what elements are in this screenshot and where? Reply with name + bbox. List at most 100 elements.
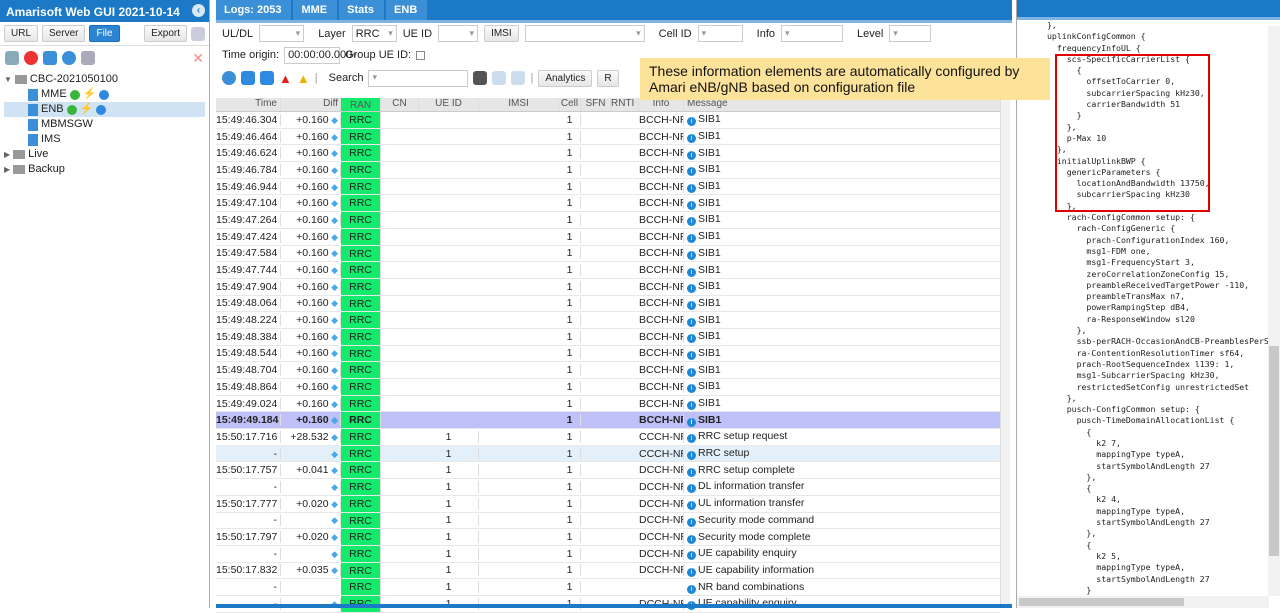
tree-item[interactable]: ▼ CBC-2021050100 xyxy=(4,72,205,87)
next-icon[interactable] xyxy=(511,71,526,85)
info-icon[interactable]: i xyxy=(687,551,696,561)
info-icon[interactable]: i xyxy=(687,367,696,377)
table-row[interactable]: 15:49:46.944 +0.160 ◆ RRC 1 BCCH-NR i SIB1 xyxy=(216,178,1000,196)
info-icon[interactable]: i xyxy=(687,484,696,494)
info-icon[interactable]: i xyxy=(687,451,696,461)
group-ueid-checkbox[interactable] xyxy=(416,50,426,60)
play-icon[interactable] xyxy=(96,104,107,115)
arrow-right-icon[interactable] xyxy=(260,71,274,85)
info-icon[interactable]: i xyxy=(687,317,696,327)
tab-mme[interactable]: MME xyxy=(293,0,338,20)
wrench-icon[interactable] xyxy=(5,51,19,65)
column-header[interactable]: SFN xyxy=(581,98,611,111)
column-header[interactable]: Time xyxy=(216,98,281,111)
warning-icon[interactable]: ▲ xyxy=(297,71,310,86)
table-row[interactable]: 15:49:47.904 +0.160 ◆ RRC 1 BCCH-NR i SIB1 xyxy=(216,278,1000,296)
table-row[interactable]: 15:49:48.544 +0.160 ◆ RRC 1 BCCH-NR i SIB1 xyxy=(216,345,1000,363)
table-row[interactable]: 15:49:48.384 +0.160 ◆ RRC 1 BCCH-NR i SIB1 xyxy=(216,328,1000,346)
table-row[interactable]: 15:49:46.304 +0.160 ◆ RRC 1 BCCH-NR i SIB1 xyxy=(216,112,1000,129)
info-icon[interactable]: i xyxy=(687,234,696,244)
imsi-button[interactable]: IMSI xyxy=(484,25,519,42)
table-row[interactable]: 15:50:17.716 +28.532 ◆ RRC 1 1 CCCH-NR i RRC se… xyxy=(216,429,1000,446)
table-row[interactable]: 15:49:48.864 +0.160 ◆ RRC 1 BCCH-NR i SIB1 xyxy=(216,379,1000,396)
table-row[interactable]: 15:50:17.832 +0.035 ◆ RRC 1 1 DCCH-NR i UE capa… xyxy=(216,562,1000,580)
table-row[interactable]: - ◆ RRC 1 1 DCCH-NR i DL information transfer xyxy=(216,479,1000,496)
info-icon[interactable]: i xyxy=(687,534,696,544)
column-header[interactable]: RNTI xyxy=(611,98,639,111)
table-row[interactable]: - ◆ RRC 1 1 DCCH-NR i Security mode command xyxy=(216,512,1000,530)
table-row[interactable]: 15:49:47.104 +0.160 ◆ RRC 1 BCCH-NR i SIB1 xyxy=(216,195,1000,213)
analytics-button[interactable]: Analytics xyxy=(538,69,593,87)
info-icon[interactable]: i xyxy=(687,134,696,144)
table-scrollbar[interactable] xyxy=(1000,98,1010,608)
info-icon[interactable]: i xyxy=(687,184,696,194)
ueid-select[interactable] xyxy=(438,25,479,42)
tab-logs[interactable]: Logs: 2053 xyxy=(216,0,292,20)
info-icon[interactable]: i xyxy=(687,267,696,277)
table-row[interactable]: 15:49:46.464 +0.160 ◆ RRC 1 BCCH-NR i SIB1 xyxy=(216,128,1000,146)
info-icon[interactable]: i xyxy=(687,350,696,360)
stop-icon[interactable] xyxy=(24,51,38,65)
url-button[interactable]: URL xyxy=(4,25,39,42)
info-icon[interactable]: i xyxy=(687,517,696,527)
play-icon[interactable] xyxy=(99,89,110,100)
info-icon[interactable]: i xyxy=(687,417,696,427)
scroll-thumb[interactable] xyxy=(1269,346,1279,556)
info-icon[interactable]: i xyxy=(687,584,696,594)
table-row[interactable]: 15:49:46.624 +0.160 ◆ RRC 1 BCCH-NR i SIB1 xyxy=(216,145,1000,163)
error-icon[interactable]: ▲ xyxy=(279,71,292,86)
tab-stats[interactable]: Stats xyxy=(339,0,385,20)
export-button[interactable]: Export xyxy=(144,25,187,42)
detail-vertical-scrollbar[interactable] xyxy=(1268,26,1280,596)
table-row[interactable]: - ◆ RRC 1 1 CCCH-NR i RRC setup xyxy=(216,445,1000,463)
clock-icon[interactable] xyxy=(222,71,236,85)
tree-item[interactable]: ▶ Backup xyxy=(4,162,205,177)
server-button[interactable]: Server xyxy=(42,25,86,42)
tree-item[interactable]: MME ⚡ xyxy=(4,87,205,102)
detail-horizontal-scrollbar[interactable] xyxy=(1017,596,1269,608)
table-row[interactable]: 15:49:46.784 +0.160 ◆ RRC 1 BCCH-NR i SIB1 xyxy=(216,162,1000,179)
info-select[interactable] xyxy=(781,25,843,42)
info-icon[interactable]: i xyxy=(687,401,696,411)
expand-icon[interactable]: ▼ xyxy=(4,72,12,87)
tree-item[interactable]: ▶ Live xyxy=(4,147,205,162)
scroll-thumb[interactable] xyxy=(1019,598,1184,606)
table-row[interactable]: 15:50:17.757 +0.041 ◆ RRC 1 1 DCCH-NR i RRC set… xyxy=(216,462,1000,480)
table-row[interactable]: 15:49:47.424 +0.160 ◆ RRC 1 BCCH-NR i SIB1 xyxy=(216,228,1000,246)
table-row[interactable]: 15:50:17.777 +0.020 ◆ RRC 1 1 DCCH-NR i UL info… xyxy=(216,495,1000,513)
expand-icon[interactable]: ▶ xyxy=(4,147,10,162)
table-row[interactable]: - ◆ RRC 1 1 DCCH-NRiUE capability enquiry xyxy=(216,545,1000,563)
r-button[interactable]: R xyxy=(597,69,619,87)
plug-icon[interactable] xyxy=(81,51,95,65)
table-row[interactable]: 15:49:49.024 +0.160 ◆ RRC 1 BCCH-NR i SIB1 xyxy=(216,395,1000,413)
info-icon[interactable]: i xyxy=(687,200,696,210)
search-input[interactable] xyxy=(368,69,469,87)
refresh-icon[interactable] xyxy=(43,51,57,65)
pause-icon[interactable] xyxy=(62,51,76,65)
column-header[interactable]: Diff xyxy=(281,98,341,111)
info-icon[interactable]: i xyxy=(687,250,696,260)
uldl-select[interactable] xyxy=(259,25,305,42)
arrow-left-icon[interactable] xyxy=(241,71,255,85)
close-icon[interactable]: ✕ xyxy=(192,50,204,67)
table-row[interactable]: 15:49:49.184 +0.160 ◆ RRC 1 BCCH-NR i SIB1 xyxy=(216,412,1000,430)
column-header[interactable]: CN xyxy=(381,98,419,111)
table-row[interactable]: 15:49:48.224 +0.160 ◆ RRC 1 BCCH-NR i SIB1 xyxy=(216,312,1000,329)
time-origin-input[interactable]: 00:00:00.000 xyxy=(284,46,352,64)
expand-icon[interactable]: ▶ xyxy=(4,162,10,177)
column-header[interactable]: RAN xyxy=(341,98,381,111)
settings-icon[interactable] xyxy=(191,26,205,41)
table-row[interactable]: 15:49:47.744 +0.160 ◆ RRC 1 BCCH-NR i SIB1 xyxy=(216,262,1000,279)
info-icon[interactable]: i xyxy=(687,501,696,511)
imsi-select[interactable] xyxy=(524,25,645,42)
info-icon[interactable]: i xyxy=(687,117,696,127)
info-icon[interactable]: i xyxy=(687,384,696,394)
tree-item[interactable]: ENB ⚡ xyxy=(4,102,205,117)
table-row[interactable]: - RRC 1 1 i NR band combinations xyxy=(216,579,1000,596)
tree-item[interactable]: IMS xyxy=(4,132,205,147)
info-icon[interactable]: i xyxy=(687,434,696,444)
info-icon[interactable]: i xyxy=(687,467,696,477)
table-row[interactable]: 15:49:48.064 +0.160 ◆ RRC 1 BCCH-NR i SIB1 xyxy=(216,295,1000,313)
layer-select[interactable]: RRC xyxy=(351,25,397,42)
table-row[interactable]: 15:49:47.584 +0.160 ◆ RRC 1 BCCH-NR i SIB1 xyxy=(216,245,1000,263)
